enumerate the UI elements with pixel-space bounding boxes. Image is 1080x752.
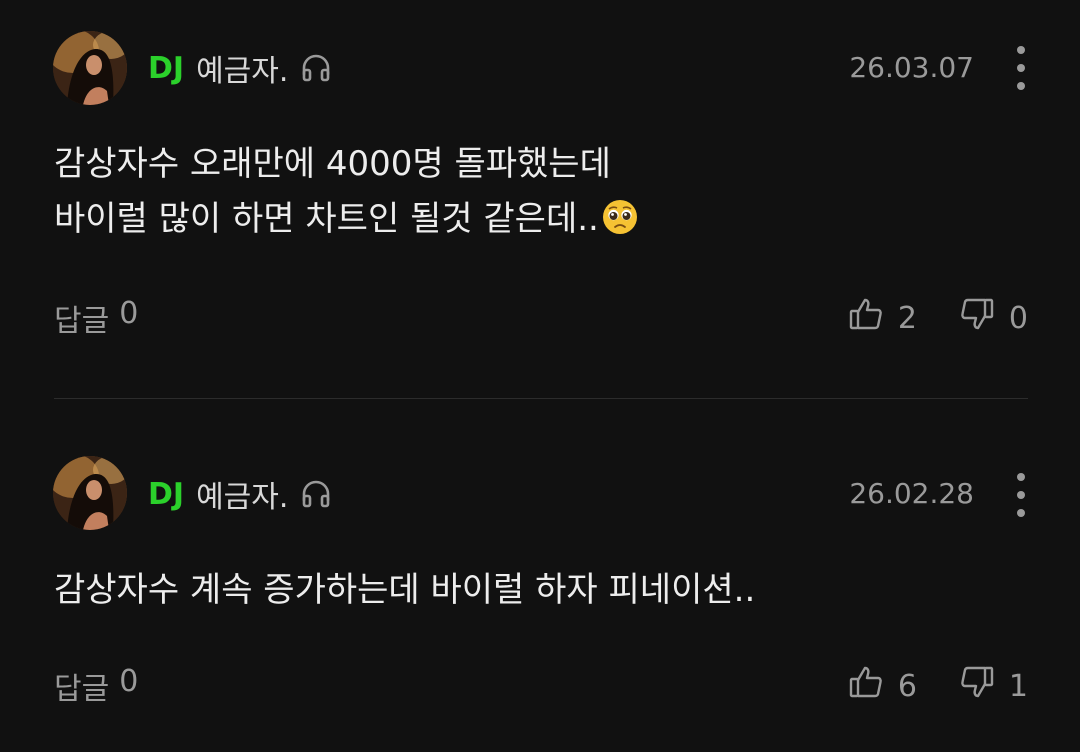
reply-label: 답글 <box>54 672 110 707</box>
author-row[interactable]: DJ 예금자. <box>148 46 332 90</box>
more-vertical-icon[interactable] <box>1010 473 1032 517</box>
comment-date: 26.02.28 <box>849 477 974 510</box>
avatar[interactable] <box>53 31 127 105</box>
reply-button[interactable]: 답글 0 <box>54 664 138 708</box>
comment-line: 감상자수 오래만에 4000명 돌파했는데 <box>54 144 611 184</box>
like-button[interactable]: 2 <box>848 296 917 340</box>
comment-date: 26.03.07 <box>849 51 974 84</box>
thumbs-up-icon <box>848 664 884 708</box>
thumbs-down-icon <box>959 296 995 340</box>
more-vertical-icon[interactable] <box>1010 46 1032 90</box>
thumbs-up-icon <box>848 296 884 340</box>
dj-badge: DJ <box>148 476 185 512</box>
reply-button[interactable]: 답글 0 <box>54 296 138 340</box>
dislike-count: 1 <box>1008 668 1028 704</box>
comment-item: DJ 예금자. 26.02.28 감상자수 계속 증가하는데 바이럴 하자 피네… <box>0 399 1080 752</box>
author-name[interactable]: 예금자. <box>196 472 288 516</box>
thumbs-down-icon <box>959 664 995 708</box>
like-button[interactable]: 6 <box>848 664 917 708</box>
pleading-face-emoji <box>601 198 639 236</box>
vote-group: 2 0 <box>848 296 1028 340</box>
headphone-icon <box>300 478 332 510</box>
dislike-button[interactable]: 0 <box>959 296 1028 340</box>
comment-line: 감상자수 계속 증가하는데 바이럴 하자 피네이션.. <box>54 570 756 610</box>
reply-count: 0 <box>119 296 139 331</box>
like-count: 2 <box>897 300 917 336</box>
reply-label: 답글 <box>54 304 110 339</box>
comment-text: 감상자수 오래만에 4000명 돌파했는데 바이럴 많이 하면 차트인 될것 같… <box>54 137 1014 247</box>
author-name[interactable]: 예금자. <box>196 46 288 90</box>
comment-text: 감상자수 계속 증가하는데 바이럴 하자 피네이션.. <box>54 563 1014 618</box>
comment-line: 바이럴 많이 하면 차트인 될것 같은데.. <box>54 199 599 239</box>
dislike-button[interactable]: 1 <box>959 664 1028 708</box>
author-row[interactable]: DJ 예금자. <box>148 472 332 516</box>
vote-group: 6 1 <box>848 664 1028 708</box>
comment-footer: 답글 0 6 1 <box>54 664 1028 708</box>
avatar[interactable] <box>53 456 127 530</box>
headphone-icon <box>300 52 332 84</box>
reply-count: 0 <box>119 664 139 699</box>
comment-footer: 답글 0 2 0 <box>54 296 1028 340</box>
comment-item: DJ 예금자. 26.03.07 감상자수 오래만에 4000명 돌파했는데 바… <box>0 0 1080 398</box>
dj-badge: DJ <box>148 50 185 86</box>
like-count: 6 <box>897 668 917 704</box>
comment-line-with-emoji: 바이럴 많이 하면 차트인 될것 같은데.. <box>54 192 1014 247</box>
dislike-count: 0 <box>1008 300 1028 336</box>
